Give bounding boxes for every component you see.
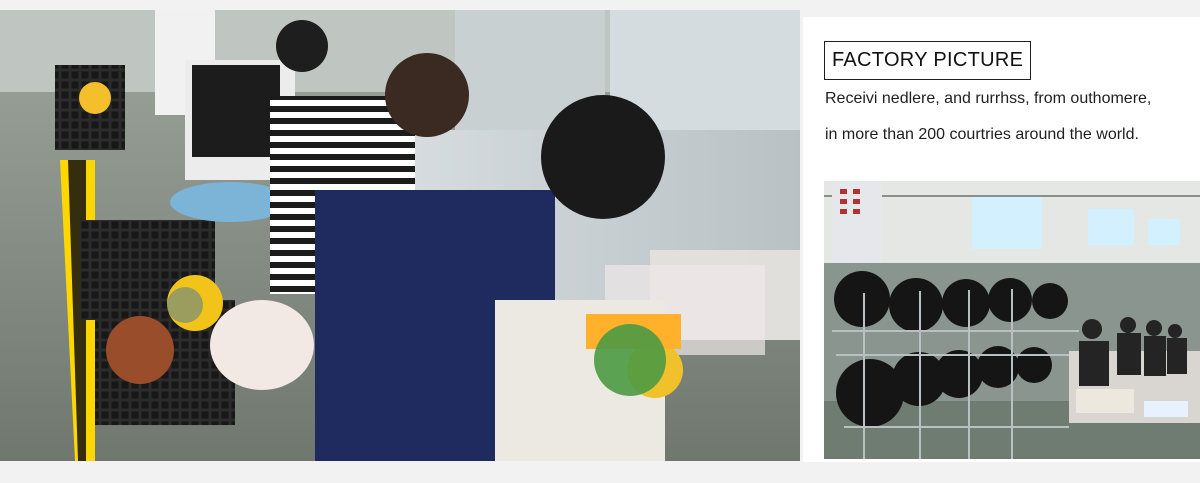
description-line-2: in more than 200 courtries around the wo…: [825, 126, 1139, 143]
factory-workers-photo: [0, 10, 800, 461]
factory-title: FACTORY PICTURE: [832, 49, 1024, 71]
factory-page: FACTORY PICTURE Receivi nedlere, and rur…: [0, 0, 1200, 483]
factory-title-box: FACTORY PICTURE: [824, 41, 1032, 80]
factory-production-line-photo: [824, 181, 1200, 459]
description-line-1: Receivi nedlere, and rurrhss, from outho…: [825, 90, 1152, 107]
factory-info-panel: FACTORY PICTURE Receivi nedlere, and rur…: [803, 17, 1200, 462]
